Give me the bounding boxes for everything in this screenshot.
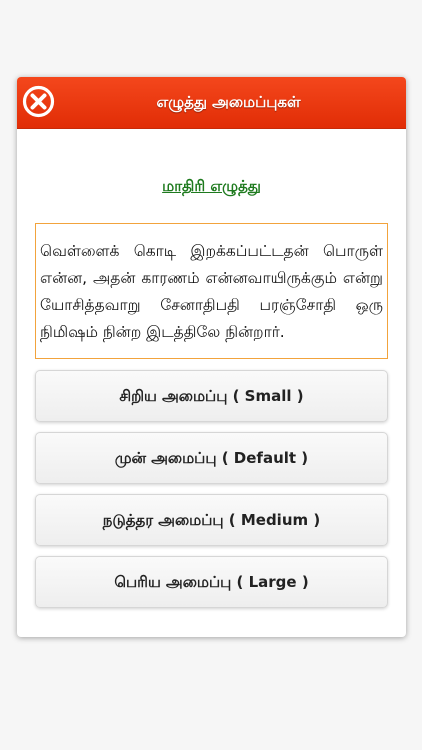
medium-size-button[interactable]: நடுத்தர அமைப்பு ( Medium ) [35, 494, 388, 546]
close-circle-icon [22, 85, 55, 118]
screen: எழுத்து அமைப்புகள் மாதிரி எழுத்து வெள்ளை… [0, 0, 422, 750]
sample-text: வெள்ளைக் கொடி இறக்கப்பட்டதன் பொருள் என்ன… [40, 242, 383, 341]
dialog-title: எழுத்து அமைப்புகள் [156, 93, 301, 111]
default-size-button[interactable]: முன் அமைப்பு ( Default ) [35, 432, 388, 484]
dialog-header: எழுத்து அமைப்புகள் [17, 77, 406, 129]
close-button[interactable] [22, 85, 55, 118]
sample-text-box: வெள்ளைக் கொடி இறக்கப்பட்டதன் பொருள் என்ன… [35, 223, 388, 359]
font-settings-dialog: எழுத்து அமைப்புகள் மாதிரி எழுத்து வெள்ளை… [17, 77, 406, 637]
large-size-button[interactable]: பெரிய அமைப்பு ( Large ) [35, 556, 388, 608]
small-size-button[interactable]: சிறிய அமைப்பு ( Small ) [35, 370, 388, 422]
sample-text-link[interactable]: மாதிரி எழுத்து [17, 177, 406, 197]
